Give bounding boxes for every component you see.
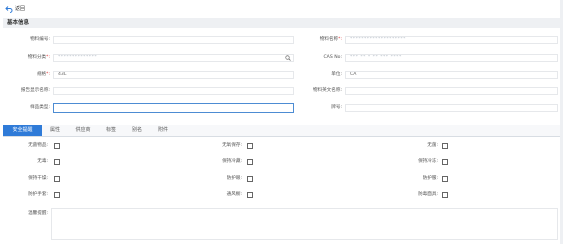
brand-label: 牌号:: [331, 105, 342, 110]
tab-suppliers[interactable]: 供应商: [68, 125, 98, 136]
notes-label: 温馨提醒:: [28, 211, 48, 216]
checkbox[interactable]: [54, 143, 60, 149]
checkbox-label: 防护眼:: [226, 176, 242, 181]
tab-bar: 安全提醒 属性 供应商 标签 别名 附件: [3, 125, 560, 137]
checkbox[interactable]: [442, 143, 448, 149]
section-header: [3, 18, 560, 28]
checkbox-label: 无毒:: [37, 159, 48, 164]
english-name-input[interactable]: [345, 87, 558, 95]
search-icon[interactable]: [285, 55, 291, 61]
checkbox-label: 通风橱:: [226, 192, 242, 197]
tab-properties[interactable]: 属性: [42, 125, 68, 136]
required-mark: *:: [46, 55, 50, 60]
english-name-label: 物料英文名称:: [312, 88, 342, 93]
cas-no-label: CAS No:: [323, 55, 342, 60]
checkbox-label: 保持干燥:: [28, 176, 48, 181]
cas-no-value: *** ** * ** *** ****: [350, 55, 402, 60]
material-code-label: 物料编号:: [30, 37, 50, 42]
checkbox[interactable]: [247, 143, 253, 149]
back-arrow-icon: [5, 5, 13, 13]
checkbox-label: 无菌:: [427, 143, 438, 148]
tab-attachments[interactable]: 附件: [150, 125, 176, 136]
checkbox-label: 防护手套:: [28, 192, 48, 197]
material-code-input[interactable]: [53, 36, 294, 44]
material-category-label: 物料分类*:: [10, 54, 50, 62]
report-name-input[interactable]: [53, 87, 294, 95]
tab-aliases[interactable]: 别名: [124, 125, 150, 136]
checkbox[interactable]: [247, 176, 253, 182]
material-category-label-text: 物料分类: [27, 55, 47, 60]
material-category-input[interactable]: **************: [53, 54, 294, 62]
back-label: 返回: [15, 6, 26, 12]
checkbox[interactable]: [247, 159, 253, 165]
checkbox-label: 保持冷藏:: [222, 159, 242, 164]
required-mark: *:: [338, 37, 342, 42]
required-mark: *:: [46, 72, 50, 77]
cas-no-input[interactable]: *** ** * ** *** ****: [345, 54, 558, 62]
sample-type-input[interactable]: [53, 103, 294, 113]
checkbox-label: 无氧保存:: [222, 143, 242, 148]
spec-input[interactable]: 43L: [53, 71, 294, 79]
checkbox[interactable]: [442, 159, 448, 165]
material-name-input[interactable]: ********************: [345, 36, 558, 44]
unit-label: 单位:: [331, 72, 342, 77]
material-category-value: **************: [58, 55, 98, 60]
checkbox[interactable]: [442, 176, 448, 182]
checkbox-label: 防毒面具:: [418, 192, 438, 197]
notes-textarea[interactable]: [51, 208, 558, 240]
top-toolbar: 返回: [0, 0, 563, 16]
report-name-label: 报告显示名称:: [20, 88, 50, 93]
material-name-value: ********************: [350, 37, 406, 42]
checkbox-label: 保持冷冻:: [418, 159, 438, 164]
section-title: 基本信息: [7, 20, 30, 26]
spec-label: 规格*:: [10, 71, 50, 79]
checkbox[interactable]: [247, 192, 253, 198]
tab-safety[interactable]: 安全提醒: [3, 125, 42, 136]
unit-input[interactable]: CA: [345, 71, 558, 79]
back-button[interactable]: 返回: [5, 4, 25, 13]
sample-type-label: 样品类型:: [30, 105, 50, 110]
checkbox[interactable]: [442, 192, 448, 198]
checkbox[interactable]: [54, 192, 60, 198]
checkbox[interactable]: [54, 176, 60, 182]
brand-input[interactable]: [345, 104, 558, 112]
spec-label-text: 规格: [36, 72, 47, 77]
checkbox[interactable]: [54, 159, 60, 165]
material-name-label: 物料名称*:: [298, 36, 342, 44]
checkbox-label: 无菌物品:: [28, 143, 48, 148]
tab-labels[interactable]: 标签: [98, 125, 124, 136]
material-name-label-text: 物料名称: [319, 37, 339, 42]
checkbox-label: 防护服:: [422, 176, 438, 181]
